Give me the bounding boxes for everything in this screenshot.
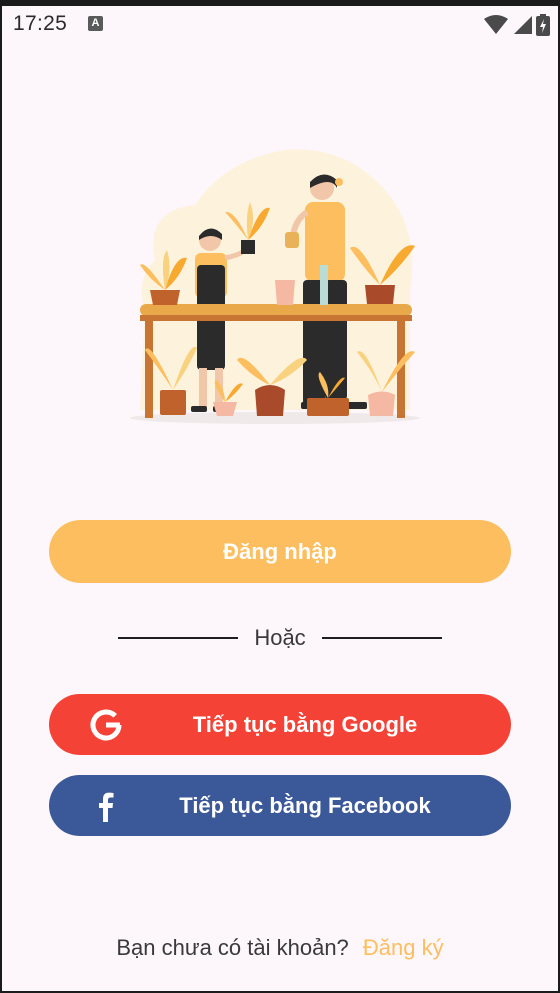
status-bar: 17:25 A: [0, 6, 560, 44]
continue-with-facebook-button[interactable]: Tiếp tục bằng Facebook: [49, 775, 511, 836]
login-button[interactable]: Đăng nhập: [49, 520, 511, 583]
facebook-icon: [89, 789, 123, 823]
continue-with-google-button[interactable]: Tiếp tục bằng Google: [49, 694, 511, 755]
login-button-label: Đăng nhập: [223, 538, 337, 564]
facebook-button-label: Tiếp tục bằng Facebook: [179, 792, 431, 818]
google-icon: [89, 708, 123, 742]
status-icons: [484, 12, 550, 38]
divider-line-left: [118, 637, 239, 639]
divider-line-right: [321, 637, 443, 639]
signal-icon: [514, 16, 532, 34]
a-letter-icon: A: [88, 16, 103, 31]
divider-label: Hoặc: [254, 625, 306, 650]
status-time: 17:25: [13, 12, 68, 35]
gardeners-illustration: [130, 149, 420, 424]
google-button-label: Tiếp tục bằng Google: [192, 711, 418, 737]
signup-prompt: Bạn chưa có tài khoản?: [116, 935, 349, 960]
signup-link[interactable]: Đăng ký: [363, 935, 444, 960]
signup-row: Bạn chưa có tài khoản? Đăng ký: [0, 935, 560, 961]
or-divider: Hoặc: [118, 622, 443, 654]
wifi-icon: [484, 15, 508, 34]
battery-icon: [536, 14, 550, 36]
